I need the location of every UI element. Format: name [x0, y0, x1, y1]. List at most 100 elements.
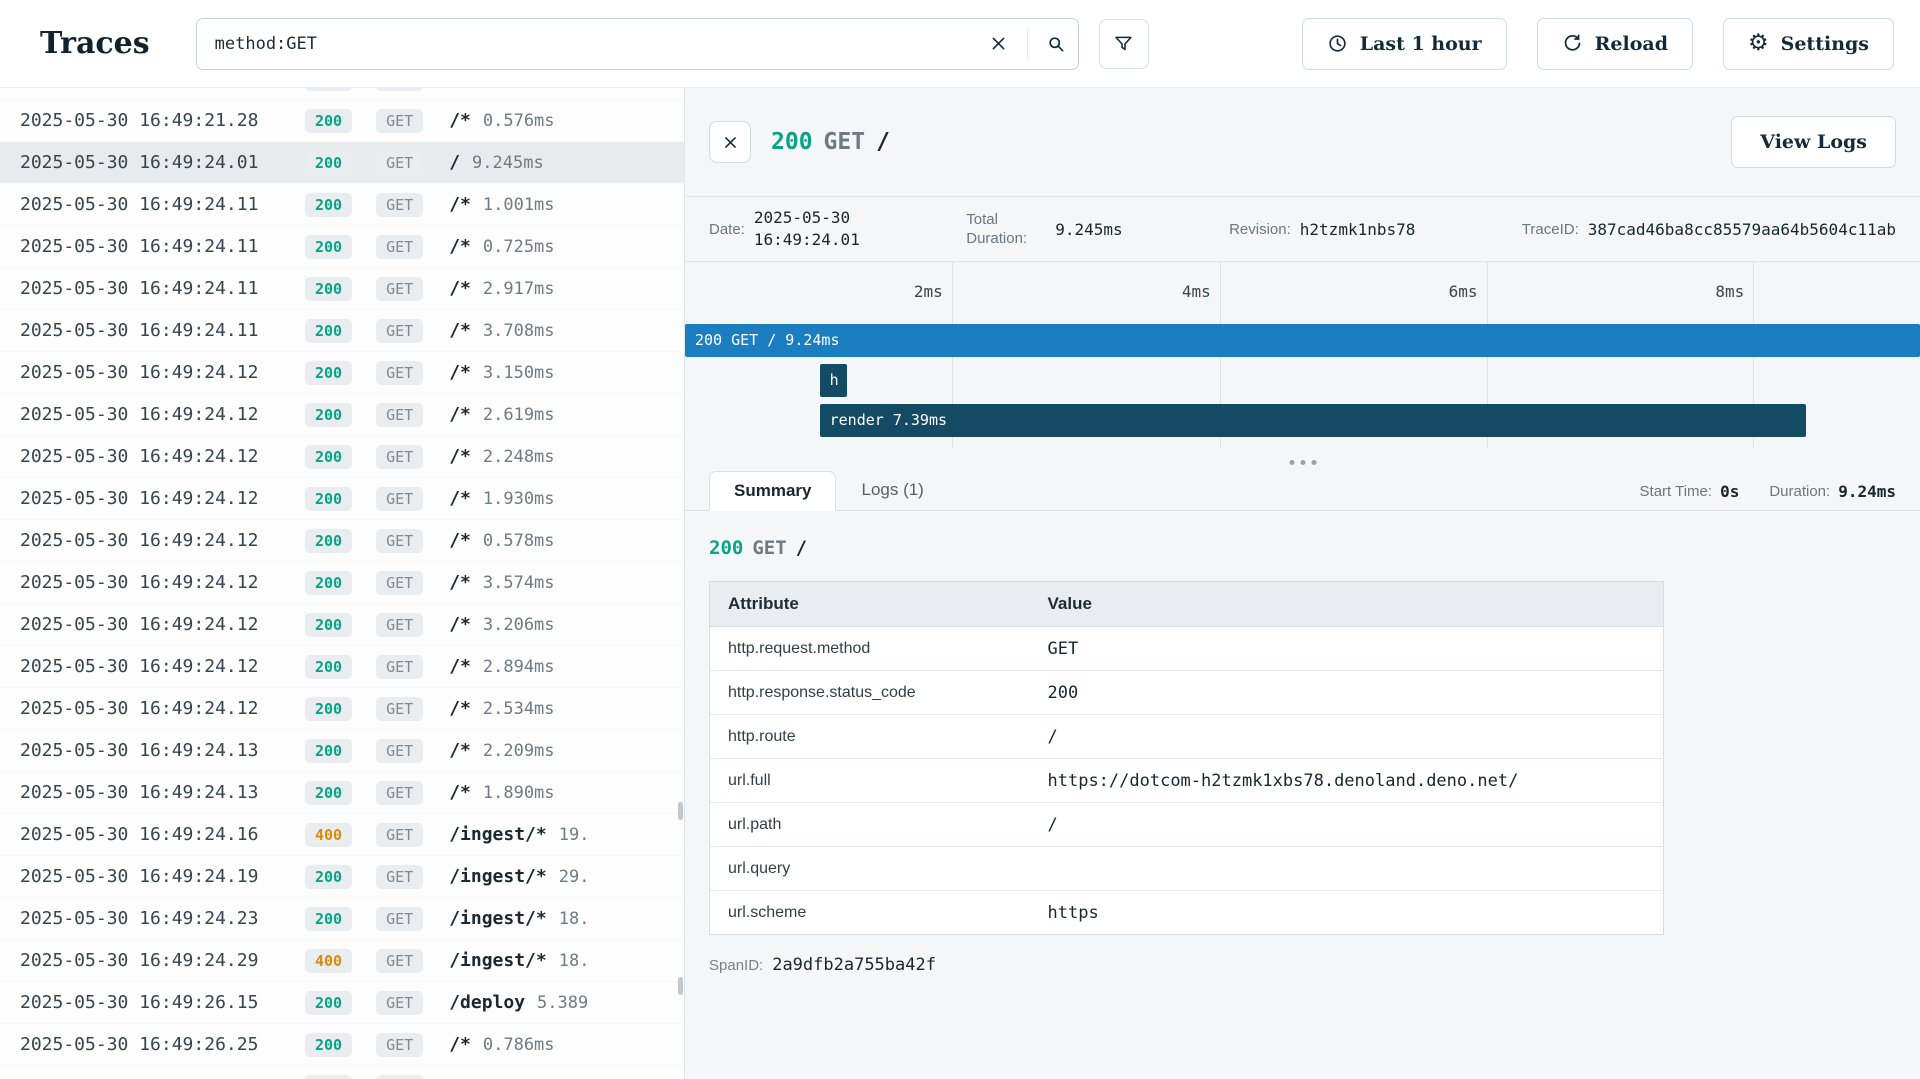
trace-row[interactable]: 2025-05-30 16:49:26.25 200 GET /* 0.786m… [0, 1024, 684, 1066]
trace-row[interactable]: 2025-05-30 16:49:24.12 200 GET /* 3.574m… [0, 562, 684, 604]
status-badge: 200 [305, 1075, 352, 1079]
trace-row[interactable]: 2025-05-30 16:49:24.13 200 GET /* 1.890m… [0, 772, 684, 814]
trace-row[interactable]: 2025-05-30 16:49:24.11 200 GET /* 0.725m… [0, 226, 684, 268]
close-icon [722, 134, 739, 151]
trace-timestamp: 2025-05-30 16:49:24.11 [20, 194, 305, 215]
timeline-resize-handle[interactable] [1289, 460, 1316, 465]
gear-icon: ⚙ [1748, 32, 1769, 55]
trace-row[interactable]: 2025-05-30 16:49:24.01 200 GET / 9.245ms [0, 142, 684, 184]
trace-row[interactable]: 2025-05-30 16:49:24.12 200 GET /* 2.894m… [0, 646, 684, 688]
trace-timestamp: 2025-05-30 16:49:24.23 [20, 908, 305, 929]
table-row: http.request.methodGET [710, 627, 1664, 671]
trace-title-path: / [876, 129, 890, 155]
timeline-span-bar[interactable]: render 7.39ms [820, 404, 1807, 437]
funnel-icon [1113, 33, 1134, 54]
trace-row[interactable]: 2025-05-30 16:49:21.21 400 GET /ingest/*… [0, 88, 684, 100]
trace-title-method: GET [824, 129, 866, 155]
trace-duration: 2.248ms [483, 447, 555, 467]
scrollbar-thumb[interactable] [678, 802, 683, 820]
trace-row[interactable]: 2025-05-30 16:49:24.11 200 GET /* 3.708m… [0, 310, 684, 352]
trace-row[interactable]: 2025-05-30 16:49:24.13 200 GET /* 2.209m… [0, 730, 684, 772]
method-badge: GET [376, 403, 423, 427]
trace-path: /* [449, 572, 471, 593]
trace-row[interactable]: 2025-05-30 16:49:24.29 400 GET /ingest/*… [0, 940, 684, 982]
trace-duration: 3.708ms [483, 321, 555, 341]
search-icon [1046, 34, 1066, 54]
trace-duration: 3.574ms [483, 573, 555, 593]
start-time-value: 0s [1720, 482, 1739, 501]
timeline-span-label: 200 GET / 9.24ms [685, 324, 1920, 357]
trace-row[interactable]: 2025-05-30 16:49:24.12 200 GET /* 3.150m… [0, 352, 684, 394]
attribute-name: http.request.method [710, 627, 1030, 671]
trace-row[interactable]: 2025-05-30 16:49:24.12 200 GET /* 1.930m… [0, 478, 684, 520]
status-badge: 200 [305, 571, 352, 595]
tab-summary[interactable]: Summary [709, 471, 836, 511]
status-badge: 200 [305, 697, 352, 721]
method-badge: GET [376, 193, 423, 217]
trace-timestamp: 2025-05-30 16:49:24.12 [20, 404, 305, 425]
trace-row[interactable]: 2025-05-30 16:49:24.11 200 GET /* 2.917m… [0, 268, 684, 310]
trace-duration: 3.150ms [483, 363, 555, 383]
pane-resize-handle[interactable] [678, 977, 683, 995]
attribute-name: url.query [710, 847, 1030, 891]
time-range-button[interactable]: Last 1 hour [1302, 18, 1507, 70]
trace-path: /* [449, 1034, 471, 1055]
topbar: Traces Last 1 hour [0, 0, 1920, 88]
reload-icon [1562, 33, 1583, 54]
status-badge: 200 [305, 991, 352, 1015]
trace-duration: 0.786ms [483, 1035, 555, 1055]
trace-row[interactable]: 2025-05-30 16:49:24.12 200 GET /* 2.619m… [0, 394, 684, 436]
status-badge: 400 [305, 949, 352, 973]
method-badge: GET [376, 991, 423, 1015]
clear-search-button[interactable] [977, 22, 1021, 66]
settings-button[interactable]: ⚙ Settings [1723, 18, 1894, 70]
method-badge: GET [376, 235, 423, 259]
method-badge: GET [376, 739, 423, 763]
method-badge: GET [376, 949, 423, 973]
method-badge: GET [376, 361, 423, 385]
view-logs-button[interactable]: View Logs [1731, 116, 1896, 168]
trace-row[interactable]: 2025-05-30 16:49:26.60 200 GET /* 1.2 [0, 1066, 684, 1079]
attribute-name: http.route [710, 715, 1030, 759]
reload-button[interactable]: Reload [1537, 18, 1693, 70]
timeline-tick-label: 4ms [1182, 282, 1220, 301]
trace-row[interactable]: 2025-05-30 16:49:21.28 200 GET /* 0.576m… [0, 100, 684, 142]
method-badge: GET [376, 865, 423, 889]
filter-button[interactable] [1099, 19, 1149, 69]
method-badge: GET [376, 109, 423, 133]
trace-row[interactable]: 2025-05-30 16:49:24.11 200 GET /* 1.001m… [0, 184, 684, 226]
trace-timestamp: 2025-05-30 16:49:24.11 [20, 320, 305, 341]
timeline-tick-label: 8ms [1715, 282, 1753, 301]
method-badge: GET [376, 445, 423, 469]
trace-row[interactable]: 2025-05-30 16:49:24.16 400 GET /ingest/*… [0, 814, 684, 856]
status-badge: 200 [305, 361, 352, 385]
search-button[interactable] [1034, 22, 1078, 66]
trace-path: /ingest/* [449, 908, 547, 929]
status-badge: 200 [305, 151, 352, 175]
meta-date-value: 2025-05-30 16:49:24.01 [754, 207, 860, 250]
trace-path: /ingest/* [449, 950, 547, 971]
timeline-span-bar[interactable]: 200 GET / 9.24ms [685, 324, 1920, 357]
trace-timestamp: 2025-05-30 16:49:24.12 [20, 488, 305, 509]
table-row: url.path/ [710, 803, 1664, 847]
trace-timestamp: 2025-05-30 16:49:24.01 [20, 152, 305, 173]
method-badge: GET [376, 277, 423, 301]
trace-duration: 1.890ms [483, 783, 555, 803]
trace-row[interactable]: 2025-05-30 16:49:24.12 200 GET /* 2.248m… [0, 436, 684, 478]
timeline-span-bar[interactable]: h [820, 364, 847, 397]
status-badge: 200 [305, 781, 352, 805]
status-badge: 400 [305, 823, 352, 847]
meta-total-duration-value: 9.245ms [1055, 220, 1122, 239]
trace-row[interactable]: 2025-05-30 16:49:24.19 200 GET /ingest/*… [0, 856, 684, 898]
trace-title-status: 200 [771, 129, 813, 155]
trace-row[interactable]: 2025-05-30 16:49:24.23 200 GET /ingest/*… [0, 898, 684, 940]
close-detail-button[interactable] [709, 121, 751, 163]
trace-row[interactable]: 2025-05-30 16:49:24.12 200 GET /* 0.578m… [0, 520, 684, 562]
trace-row[interactable]: 2025-05-30 16:49:24.12 200 GET /* 3.206m… [0, 604, 684, 646]
search-input[interactable] [197, 19, 977, 69]
trace-row[interactable]: 2025-05-30 16:49:24.12 200 GET /* 2.534m… [0, 688, 684, 730]
trace-duration: 19. [559, 825, 590, 845]
trace-meta-row: Date: 2025-05-30 16:49:24.01 Total Durat… [685, 196, 1920, 262]
trace-row[interactable]: 2025-05-30 16:49:26.15 200 GET /deploy 5… [0, 982, 684, 1024]
tab-logs[interactable]: Logs (1) [836, 470, 948, 510]
